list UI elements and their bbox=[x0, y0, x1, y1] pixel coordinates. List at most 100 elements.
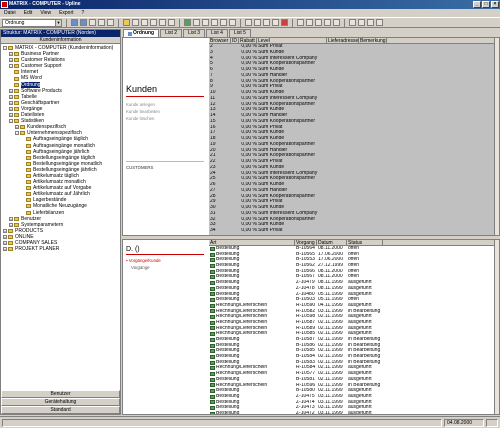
collapse-icon[interactable]: - bbox=[15, 131, 19, 136]
tree-node[interactable]: + PROJEKT PLANER bbox=[1, 246, 120, 252]
person-icon[interactable] bbox=[272, 19, 279, 26]
col-art[interactable]: Art bbox=[209, 240, 295, 245]
menu-edit[interactable]: Edit bbox=[24, 9, 33, 17]
tree-node[interactable]: - MATRIX - COMPUTER (Kundeninformation) bbox=[1, 45, 120, 51]
application-window: MATRIX - COMPUTER - Upline _ □ × Datei E… bbox=[0, 0, 500, 428]
folder-icon bbox=[14, 216, 19, 221]
expand-icon[interactable]: + bbox=[3, 228, 7, 233]
delete-icon[interactable] bbox=[281, 19, 288, 26]
back-icon[interactable] bbox=[71, 19, 78, 26]
expand-icon[interactable]: + bbox=[3, 247, 7, 252]
close-button[interactable]: × bbox=[491, 1, 499, 8]
print-icon[interactable] bbox=[89, 19, 96, 26]
help-icon[interactable] bbox=[376, 19, 383, 26]
expand-icon[interactable]: + bbox=[3, 234, 7, 239]
list-icon[interactable] bbox=[220, 19, 227, 26]
expand-icon[interactable]: + bbox=[9, 100, 13, 105]
arrow-up-icon[interactable] bbox=[297, 19, 304, 26]
add-customer-link[interactable]: Kunde anlegen bbox=[126, 102, 155, 107]
maximize-button[interactable]: □ bbox=[482, 1, 490, 8]
benutzer-button[interactable]: Benutzer bbox=[1, 390, 120, 398]
info-icon[interactable] bbox=[367, 19, 374, 26]
folder-icon bbox=[26, 204, 31, 209]
tab-label: List 4 bbox=[211, 30, 223, 36]
minimize-button[interactable]: _ bbox=[473, 1, 481, 8]
open-folder-icon[interactable] bbox=[123, 19, 130, 26]
expand-icon[interactable]: + bbox=[9, 94, 13, 99]
delete-customer-link[interactable]: Kunde löschen bbox=[126, 116, 154, 121]
grid-icon[interactable] bbox=[211, 19, 218, 26]
lock-icon[interactable] bbox=[324, 19, 331, 26]
edit-customer-link[interactable]: Kunde bearbeiten bbox=[126, 109, 160, 114]
expand-icon[interactable]: + bbox=[15, 125, 19, 130]
col-lieferadresse[interactable]: Lieferadresse bbox=[327, 38, 359, 43]
tab-list-3[interactable]: List 3 bbox=[183, 29, 206, 37]
expand-icon[interactable]: + bbox=[9, 216, 13, 221]
divider bbox=[126, 96, 204, 97]
expand-icon[interactable]: + bbox=[3, 241, 7, 246]
transactions-link[interactable]: ▪ Vorgänge/Kunde bbox=[126, 258, 161, 263]
collapse-icon[interactable]: - bbox=[3, 46, 7, 51]
expand-icon[interactable]: + bbox=[9, 113, 13, 118]
window-icon[interactable] bbox=[349, 19, 356, 26]
collapse-icon[interactable]: - bbox=[9, 64, 13, 69]
expand-icon[interactable]: + bbox=[9, 52, 13, 57]
binoculars-icon[interactable] bbox=[107, 19, 114, 26]
phone-icon[interactable] bbox=[263, 19, 270, 26]
col-browser[interactable]: Browser bbox=[209, 38, 231, 43]
menu-help[interactable]: ? bbox=[82, 9, 85, 17]
col-bemerkung[interactable]: Bemerkung bbox=[359, 38, 387, 43]
paste-icon[interactable] bbox=[168, 19, 175, 26]
cut-icon[interactable] bbox=[150, 19, 157, 26]
upper-scrollbar[interactable] bbox=[494, 38, 499, 235]
col-rabatt[interactable]: Rabatt bbox=[239, 38, 257, 43]
tab-list-5[interactable]: List 5 bbox=[228, 29, 251, 37]
col-id[interactable]: ID bbox=[231, 38, 239, 43]
expand-icon[interactable]: + bbox=[9, 88, 13, 93]
menu-view[interactable]: View bbox=[40, 9, 51, 17]
arrow-down-icon[interactable] bbox=[306, 19, 313, 26]
mail-icon[interactable] bbox=[254, 19, 261, 26]
view-combo[interactable]: Ordnung ▼ bbox=[2, 18, 62, 27]
document-icon bbox=[210, 360, 215, 365]
copy-icon[interactable] bbox=[159, 19, 166, 26]
tab-list-4[interactable]: List 4 bbox=[206, 29, 228, 37]
calendar-icon[interactable] bbox=[245, 19, 252, 26]
tab-bar: Ordnung List 2 List 3 List 4 List 5 bbox=[122, 29, 251, 37]
key-icon[interactable] bbox=[333, 19, 340, 26]
preview-icon[interactable] bbox=[98, 19, 105, 26]
divider bbox=[126, 161, 204, 162]
document-icon bbox=[210, 315, 215, 320]
save-icon[interactable] bbox=[141, 19, 148, 26]
menu-export[interactable]: Export bbox=[59, 9, 73, 17]
menu-datei[interactable]: Datei bbox=[4, 9, 16, 17]
table-row[interactable]: 34 0,00 % Sum Privat bbox=[209, 228, 499, 234]
chevron-down-icon[interactable]: ▼ bbox=[55, 19, 61, 26]
details-icon[interactable] bbox=[229, 19, 236, 26]
folder-icon bbox=[14, 94, 19, 99]
col-status[interactable]: Status bbox=[347, 240, 383, 245]
refresh-icon[interactable] bbox=[184, 19, 191, 26]
tab-list-2[interactable]: List 2 bbox=[160, 29, 183, 37]
collapse-icon[interactable]: - bbox=[9, 119, 13, 124]
expand-icon[interactable]: + bbox=[9, 222, 13, 227]
tab-ordnung[interactable]: Ordnung bbox=[123, 29, 160, 37]
forward-icon[interactable] bbox=[80, 19, 87, 26]
new-document-icon[interactable] bbox=[132, 19, 139, 26]
standard-button[interactable]: Standard bbox=[1, 406, 120, 414]
document-icon bbox=[210, 371, 215, 376]
col-datum[interactable]: Datum bbox=[317, 240, 347, 245]
sort-icon[interactable] bbox=[202, 19, 209, 26]
expand-icon[interactable]: + bbox=[9, 106, 13, 111]
table-row[interactable]: Bestellung Z-10472 03.11.1999 ausgeführt bbox=[209, 411, 499, 414]
geraetehaltung-button[interactable]: Gerätehaltung bbox=[1, 398, 120, 406]
folder-icon bbox=[14, 113, 19, 118]
lower-scrollbar[interactable] bbox=[494, 240, 499, 414]
folder-icon bbox=[26, 143, 31, 148]
col-level[interactable]: Level bbox=[257, 38, 327, 43]
tile-icon[interactable] bbox=[358, 19, 365, 26]
hand-icon[interactable] bbox=[315, 19, 322, 26]
expand-icon[interactable]: + bbox=[9, 58, 13, 63]
filter-icon[interactable] bbox=[193, 19, 200, 26]
col-vorgang[interactable]: Vorgang bbox=[295, 240, 317, 245]
